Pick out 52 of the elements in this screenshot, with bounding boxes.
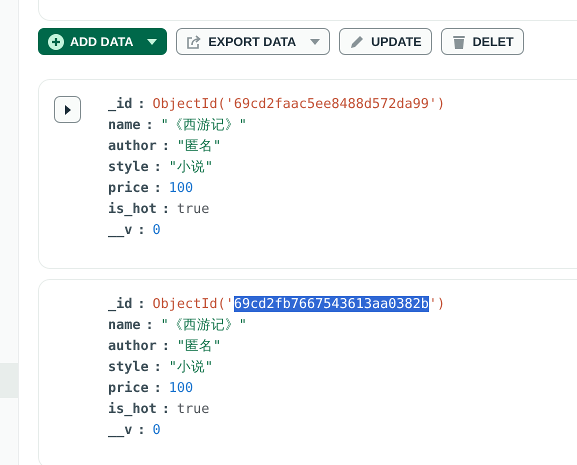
toolbar-button[interactable]: UPDATE xyxy=(339,28,432,55)
field-key: _id xyxy=(108,94,132,115)
field-key: name xyxy=(108,115,141,136)
field-value: 100 xyxy=(168,179,194,198)
toolbar-button[interactable]: EXPORT DATA xyxy=(176,28,330,55)
field-value: "小说" xyxy=(168,358,214,377)
colon: : xyxy=(162,337,170,356)
field-key: __v xyxy=(108,220,132,241)
field-key: author xyxy=(108,136,157,157)
plus-icon xyxy=(48,34,64,50)
field-key: is_hot xyxy=(108,199,157,220)
field-key: author xyxy=(108,336,157,357)
colon: : xyxy=(162,400,170,419)
colon: : xyxy=(146,116,154,135)
pencil-icon xyxy=(349,34,366,50)
colon: : xyxy=(154,158,162,177)
colon: : xyxy=(137,95,146,114)
colon: : xyxy=(137,221,146,240)
field-value: "《西游记》" xyxy=(160,116,247,135)
colon: : xyxy=(137,421,146,440)
expand-icon xyxy=(64,104,70,114)
field-key: _id xyxy=(108,294,132,315)
field-key: is_hot xyxy=(108,399,157,420)
toolbar-button[interactable]: ADD DATA xyxy=(38,28,168,55)
field-value: true xyxy=(176,400,210,419)
field-value: "《西游记》" xyxy=(160,316,247,335)
trash-icon xyxy=(450,34,467,50)
field-value: 100 xyxy=(168,379,194,398)
field-value: 0 xyxy=(152,221,161,240)
export-icon xyxy=(186,34,202,50)
colon: : xyxy=(137,295,146,314)
expand-button[interactable] xyxy=(54,96,81,123)
colon: : xyxy=(162,137,170,156)
field-key: style xyxy=(108,357,149,378)
field-value: 0 xyxy=(152,421,161,440)
field-value: ObjectId('69cd2fb7667543613aa0382b') xyxy=(152,295,446,314)
field-key: price xyxy=(108,378,149,399)
field-value: "匿名" xyxy=(176,137,222,156)
field-value: "小说" xyxy=(168,158,214,177)
field-key: __v xyxy=(108,420,132,441)
field-key: name xyxy=(108,315,141,336)
colon: : xyxy=(146,316,154,335)
field-value: "匿名" xyxy=(176,337,222,356)
field-value: true xyxy=(176,200,210,219)
colon: : xyxy=(154,179,162,198)
colon: : xyxy=(154,358,162,377)
field-key: style xyxy=(108,157,149,178)
toolbar-button[interactable]: DELET xyxy=(440,28,524,55)
colon: : xyxy=(162,200,170,219)
field-key: price xyxy=(108,178,149,199)
colon: : xyxy=(154,379,162,398)
field-value: ObjectId('69cd2faac5ee8488d572da99') xyxy=(152,95,446,114)
